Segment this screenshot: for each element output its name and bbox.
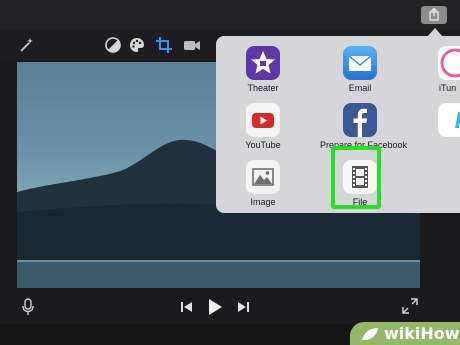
theater-star-icon <box>246 46 280 80</box>
watermark-how: How <box>420 324 460 343</box>
file-highlight-box <box>331 146 381 209</box>
camera-icon[interactable] <box>183 36 201 54</box>
skip-back-icon[interactable] <box>180 300 194 314</box>
share-app-label: YouTube <box>245 140 281 150</box>
share-button[interactable] <box>421 6 447 24</box>
share-app-facebook[interactable]: Prepare for Facebook <box>320 103 407 150</box>
share-app-email[interactable]: Email <box>320 46 400 93</box>
magic-wand-icon[interactable] <box>17 36 35 54</box>
facebook-f-icon <box>343 103 377 137</box>
share-app-theater[interactable]: Theater <box>223 46 303 93</box>
youtube-play-icon <box>246 103 280 137</box>
image-mountain-icon <box>246 160 280 194</box>
share-app-vimeo[interactable]: V <box>412 103 460 150</box>
watermark-wiki: wiki <box>384 324 421 343</box>
mail-envelope-icon <box>343 46 377 80</box>
share-icon <box>429 7 439 21</box>
skip-forward-icon[interactable] <box>236 300 250 314</box>
itunes-music-icon <box>438 46 460 80</box>
share-app-label: iTun <box>439 83 457 93</box>
wikihow-watermark: wikiHow <box>350 322 460 345</box>
play-icon[interactable] <box>206 297 224 317</box>
share-app-image[interactable]: Image <box>223 160 303 207</box>
vimeo-icon <box>438 103 460 137</box>
share-app-youtube[interactable]: YouTube <box>223 103 303 150</box>
fullscreen-icon[interactable] <box>402 298 418 314</box>
top-bar <box>0 0 460 30</box>
crop-icon[interactable] <box>155 36 173 54</box>
share-app-label: Theater <box>247 83 279 93</box>
share-app-label: Email <box>348 83 372 93</box>
share-app-label: V <box>439 140 446 150</box>
leaf-icon <box>362 328 378 340</box>
playback-controls <box>0 290 460 324</box>
share-app-itunes[interactable]: iTun <box>412 46 460 93</box>
filter-icon[interactable] <box>104 36 122 54</box>
palette-icon[interactable] <box>128 36 146 54</box>
share-app-label: Image <box>250 197 276 207</box>
microphone-icon[interactable] <box>21 298 35 316</box>
